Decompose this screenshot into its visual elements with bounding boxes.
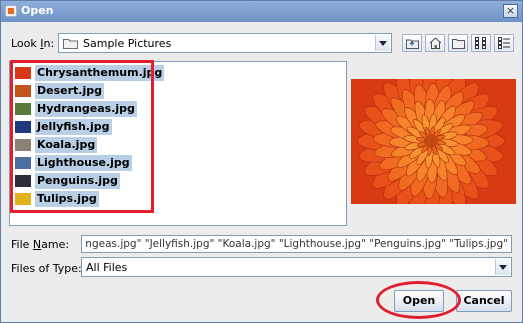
annotation-highlight-ellipse bbox=[376, 281, 461, 319]
files-of-type-value: All Files bbox=[86, 261, 128, 274]
file-name-field[interactable] bbox=[81, 235, 512, 253]
files-of-type-label: Files of Type: bbox=[11, 262, 82, 275]
close-icon: × bbox=[505, 4, 516, 17]
folder-icon bbox=[63, 39, 78, 49]
open-dialog: Open × Look In: Sample Pictures Chrysant… bbox=[0, 0, 523, 323]
chevron-down-icon bbox=[379, 41, 387, 46]
image-preview bbox=[351, 79, 516, 204]
java-app-icon bbox=[5, 5, 17, 17]
home-button[interactable] bbox=[425, 34, 445, 52]
close-button[interactable]: × bbox=[503, 4, 518, 18]
list-view-icon bbox=[475, 37, 486, 49]
new-folder-icon bbox=[452, 39, 465, 49]
file-name-input[interactable] bbox=[82, 236, 511, 252]
files-of-type-combobox[interactable]: All Files bbox=[81, 257, 512, 277]
look-in-dropdown-button[interactable] bbox=[375, 35, 390, 51]
details-view-button[interactable] bbox=[494, 34, 514, 52]
files-of-type-dropdown-button[interactable] bbox=[495, 259, 510, 275]
look-in-label: Look In: bbox=[11, 37, 54, 50]
file-name-label-mnemonic: N bbox=[32, 238, 42, 251]
up-one-level-button[interactable] bbox=[402, 34, 422, 52]
file-name-label-prefix: File bbox=[11, 238, 33, 251]
look-in-value: Sample Pictures bbox=[83, 37, 172, 50]
annotation-highlight-rectangle bbox=[10, 60, 154, 213]
chevron-down-icon bbox=[499, 265, 507, 270]
window-title: Open bbox=[21, 4, 54, 17]
home-icon bbox=[429, 37, 442, 49]
look-in-combobox[interactable]: Sample Pictures bbox=[58, 33, 392, 53]
cancel-button[interactable]: Cancel bbox=[456, 290, 512, 312]
title-bar[interactable]: Open × bbox=[1, 1, 522, 22]
new-folder-button[interactable] bbox=[448, 34, 468, 52]
look-in-label-prefix: Look bbox=[11, 37, 41, 50]
look-in-label-suffix: n: bbox=[43, 37, 55, 50]
file-name-label-suffix: ame: bbox=[41, 238, 70, 251]
file-name-label: File Name: bbox=[11, 238, 69, 251]
details-view-icon bbox=[498, 37, 510, 49]
up-one-level-icon bbox=[406, 39, 419, 49]
list-view-button[interactable] bbox=[471, 34, 491, 52]
